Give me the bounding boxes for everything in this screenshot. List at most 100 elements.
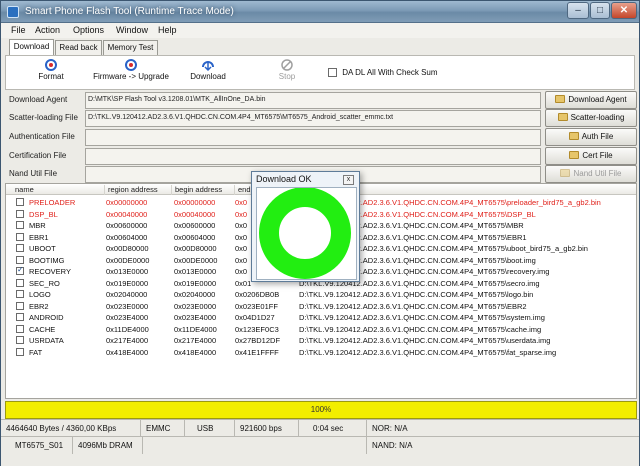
row-name: CACHE (29, 324, 56, 334)
row-checkbox[interactable] (16, 313, 24, 321)
row-checkbox[interactable] (16, 198, 24, 206)
status-transfer: 4464640 Bytes / 4360,00 KBps (1, 420, 141, 437)
header-end[interactable]: end (234, 185, 251, 195)
close-button[interactable]: ✕ (611, 2, 637, 19)
auth-file-button-label: Auth File (581, 132, 614, 141)
scatter-loading-row: Scatter-loading File D:\TKL.V9.120412.AD… (5, 109, 637, 127)
table-row[interactable]: CACHE 0x11DE4000 0x11DE4000 0x123EF0C3 D:\TK… (6, 324, 636, 335)
row-name: PRELOADER (29, 198, 76, 207)
row-region: 0x00D80000 (106, 244, 149, 253)
row-region: 0x023E4000 (106, 313, 149, 322)
cert-file-button[interactable]: Cert File (545, 147, 637, 165)
row-checkbox[interactable] (16, 221, 24, 229)
menu-window[interactable]: Window (116, 25, 148, 35)
menu-options[interactable]: Options (73, 25, 104, 35)
nand-util-file-button-label: Nand Util File (573, 169, 622, 178)
cert-file-button-label: Cert File (582, 151, 613, 160)
table-row[interactable]: LOGO 0x02040000 0x02040000 0x0206DB0B D:\TKL… (6, 289, 636, 300)
da-dl-checksum-option[interactable]: DA DL All With Check Sum (328, 68, 488, 78)
file-fields: Download Agent D:\MTK\SP Flash Tool v3.1… (5, 91, 637, 183)
row-end: 0x41E1FFFF (235, 347, 279, 357)
row-name: BOOTIMG (29, 255, 65, 265)
maximize-button[interactable]: □ (590, 2, 610, 19)
row-region: 0x023E0000 (106, 301, 149, 311)
download-agent-button[interactable]: Download Agent (545, 91, 637, 109)
row-checkbox[interactable] (16, 244, 24, 252)
auth-file-button[interactable]: Auth File (545, 128, 637, 146)
da-dl-checksum-checkbox[interactable] (328, 68, 337, 78)
row-begin: 0x418E4000 (174, 347, 217, 357)
dialog-close-button[interactable]: x (343, 175, 354, 185)
table-row[interactable]: EBR2 0x023E0000 0x023E0000 0x023E01FF D:\TKL… (6, 301, 636, 312)
nand-util-label: Nand Util File (9, 169, 58, 178)
row-name: FAT (29, 347, 43, 357)
row-checkbox[interactable] (16, 290, 24, 298)
row-checkbox[interactable] (16, 209, 24, 218)
tab-download[interactable]: Download (9, 39, 54, 56)
success-ring-icon (259, 187, 351, 279)
nand-util-file-button[interactable]: Nand Util File (545, 165, 637, 183)
row-name: UBOOT (29, 244, 56, 253)
folder-icon (560, 169, 571, 177)
row-name: LOGO (29, 290, 51, 299)
header-begin-address[interactable]: begin address (171, 185, 222, 195)
firmware-upgrade-button[interactable]: Firmware -> Upgrade (88, 58, 174, 81)
title-bar[interactable]: Smart Phone Flash Tool (Runtime Trace Mo… (1, 1, 639, 23)
format-button[interactable]: Format (30, 58, 72, 81)
row-begin: 0x02040000 (174, 290, 216, 299)
table-row[interactable]: USRDATA 0x217E4000 0x217E4000 0x27BD12DF D:\… (6, 335, 636, 346)
certification-row: Certification File Cert File (5, 147, 637, 165)
certification-field[interactable] (85, 148, 541, 165)
menu-action[interactable]: Action (35, 25, 60, 35)
authentication-field[interactable] (85, 129, 541, 146)
dialog-body (256, 187, 357, 280)
download-button[interactable]: Download (184, 58, 232, 81)
row-region: 0x217E4000 (106, 336, 149, 345)
row-region: 0x019E0000 (106, 278, 149, 288)
row-checkbox[interactable] (16, 278, 24, 287)
stop-label: Stop (278, 72, 296, 81)
menu-file[interactable]: File (11, 25, 26, 35)
scatter-loading-field[interactable]: D:\TKL.V9.120412.AD2.3.6.V1.QHDC.CN.COM.… (85, 110, 541, 127)
minimize-button[interactable]: – (567, 2, 589, 19)
status-time: 0:04 sec (299, 420, 367, 437)
row-checkbox[interactable] (16, 265, 24, 275)
status-nand: NAND: N/A (372, 441, 413, 450)
row-region: 0x11DE4000 (106, 324, 149, 334)
header-name[interactable]: name (12, 185, 34, 195)
tab-strip: Download Read back Memory Test (1, 38, 639, 56)
row-begin: 0x023E4000 (174, 313, 217, 322)
menu-help[interactable]: Help (158, 25, 177, 35)
certification-label: Certification File (9, 151, 67, 160)
row-checkbox[interactable] (16, 255, 24, 264)
row-path: D:\TKL.V9.120412.AD2.3.6.V1.QHDC.CN.COM.… (299, 301, 527, 311)
stop-button[interactable]: Stop (270, 58, 304, 81)
folder-icon (555, 95, 566, 103)
row-checkbox[interactable] (16, 336, 24, 344)
row-checkbox[interactable] (16, 347, 24, 356)
row-begin: 0x00040000 (174, 209, 216, 219)
scatter-loading-button[interactable]: Scatter-loading (545, 109, 637, 127)
authentication-row: Authentication File Auth File (5, 128, 637, 146)
row-path: D:\TKL.V9.120412.AD2.3.6.V1.QHDC.CN.COM.… (299, 336, 551, 345)
row-path: D:\TKL.V9.120412.AD2.3.6.V1.QHDC.CN.COM.… (299, 290, 534, 299)
row-checkbox[interactable] (16, 232, 24, 241)
status-bar-2: MT6575_S01 4096Mb DRAM NAND: N/A (1, 436, 639, 466)
status-bar-1: 4464640 Bytes / 4360,00 KBps EMMC USB 92… (1, 419, 639, 437)
row-checkbox[interactable] (16, 324, 24, 333)
format-icon (45, 59, 57, 71)
window-title: Smart Phone Flash Tool (Runtime Trace Mo… (25, 6, 234, 17)
tab-read-back[interactable]: Read back (55, 40, 102, 55)
row-checkbox[interactable] (16, 301, 24, 310)
row-region: 0x00040000 (106, 209, 148, 219)
download-label: Download (190, 72, 226, 81)
table-row[interactable]: ANDROID 0x023E4000 0x023E4000 0x04D1D27 D:\T… (6, 312, 636, 323)
table-row[interactable]: FAT 0x418E4000 0x418E4000 0x41E1FFFF D:\TKL.… (6, 347, 636, 358)
app-icon (7, 6, 19, 18)
menu-bar: File Action Options Window Help (1, 23, 639, 38)
download-agent-field[interactable]: D:\MTK\SP Flash Tool v3.1208.01\MTK_AllI… (85, 92, 541, 109)
authentication-label: Authentication File (9, 132, 75, 141)
header-region-address[interactable]: region address (104, 185, 158, 195)
tab-memory-test[interactable]: Memory Test (103, 40, 158, 55)
row-end: 0x27BD12DF (235, 336, 281, 345)
